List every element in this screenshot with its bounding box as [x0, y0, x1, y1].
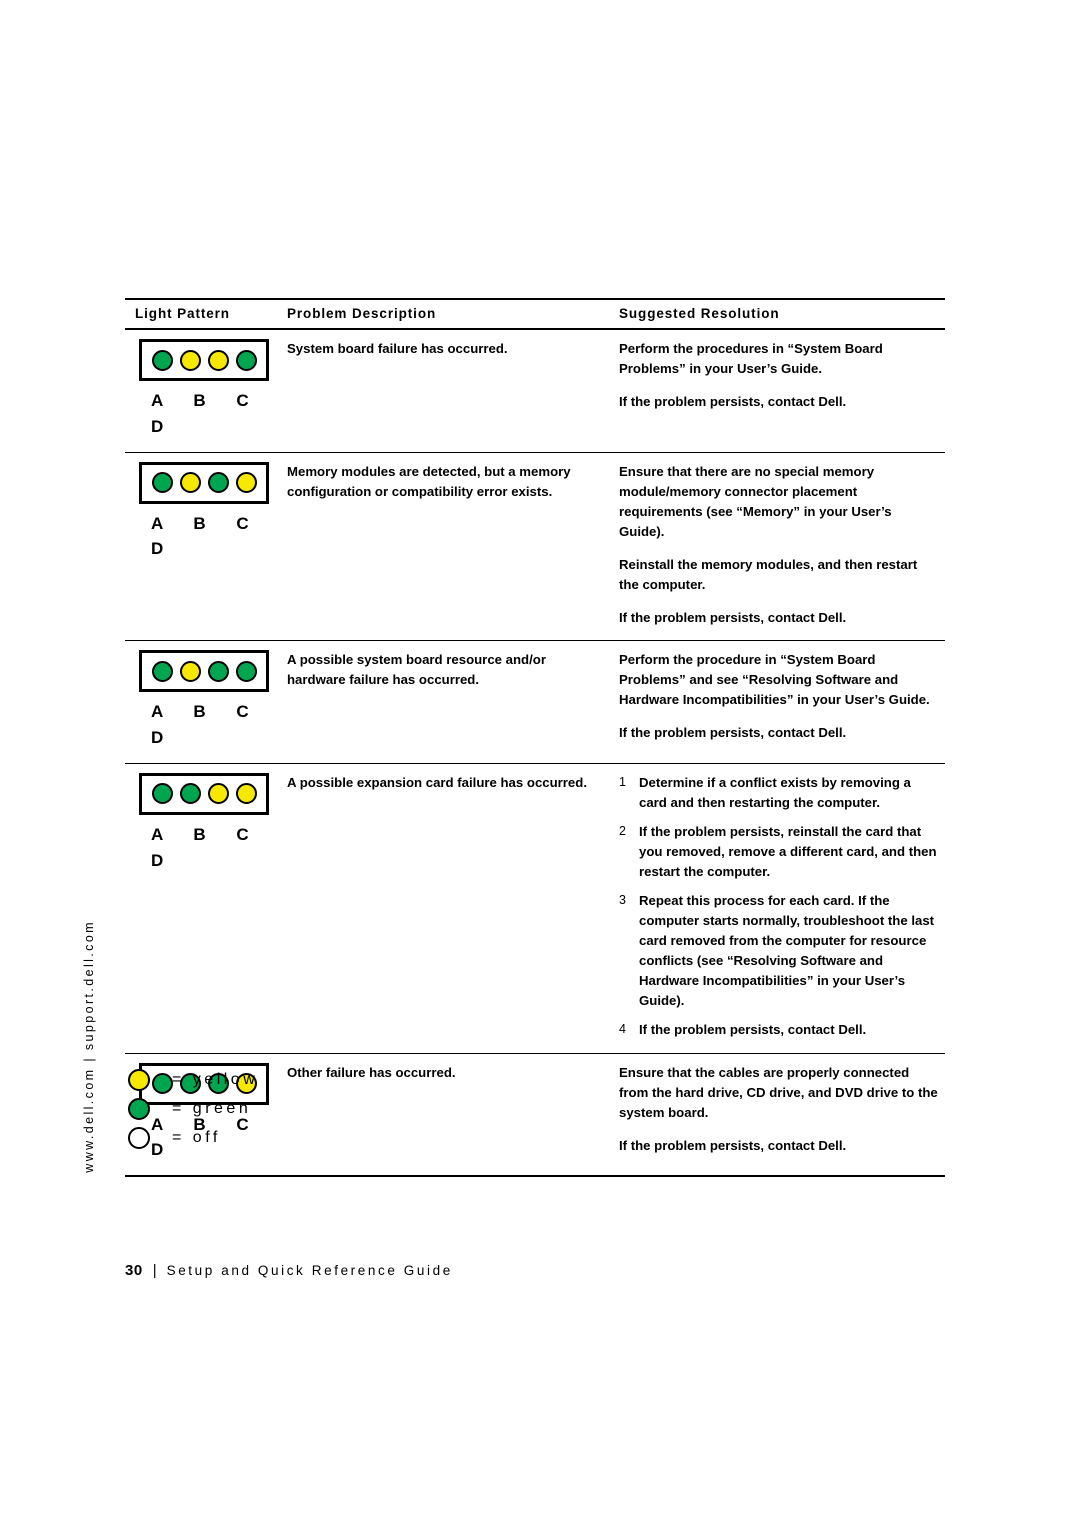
led-b-icon	[179, 660, 201, 682]
led-diagram: A B C D	[135, 650, 271, 751]
step-text: Repeat this process for each card. If th…	[639, 893, 935, 1009]
table-row: A B C D A possible expansion card failur…	[125, 763, 945, 1054]
light-pattern-cell: A B C D	[125, 763, 277, 1054]
page-footer: 30 | Setup and Quick Reference Guide	[125, 1262, 453, 1279]
legend-green-led-icon	[128, 1097, 150, 1120]
led-b-icon	[179, 472, 201, 494]
problem-text: Memory modules are detected, but a memor…	[287, 463, 571, 499]
led-diagram: A B C D	[135, 772, 271, 874]
problem-description-cell: A possible system board resource and/or …	[277, 640, 609, 764]
table-header-row: Light Pattern Problem Description Sugges…	[125, 298, 945, 330]
footer-title: Setup and Quick Reference Guide	[166, 1263, 453, 1278]
footer-separator: |	[152, 1262, 157, 1279]
suggested-resolution-cell: Ensure that there are no special memory …	[609, 452, 945, 642]
led-c-icon	[207, 783, 229, 805]
resolution-paragraph: If the problem persists, contact Dell.	[619, 1137, 847, 1153]
side-url-text: www.dell.com | support.dell.com	[82, 920, 96, 1173]
resolution-paragraph: Perform the procedures in “System Board …	[619, 341, 883, 377]
led-c-icon	[207, 472, 229, 494]
resolution-paragraph: Perform the procedure in “System Board P…	[619, 652, 930, 708]
table-row: A B C D A possible system board resource…	[125, 640, 945, 764]
list-item: 1 Determine if a conflict exists by remo…	[619, 773, 939, 813]
led-b-icon	[179, 349, 201, 371]
light-pattern-cell: A B C D	[125, 329, 277, 453]
step-number: 2	[619, 823, 626, 838]
list-item: 3 Repeat this process for each card. If …	[619, 891, 939, 1011]
led-a-icon	[151, 783, 173, 805]
table-row: A B C D System board failure has occurre…	[125, 329, 945, 453]
led-color-legend: = yellow = green = off	[125, 1065, 525, 1152]
legend-label: = off	[172, 1128, 221, 1146]
list-item: 2 If the problem persists, reinstall the…	[619, 822, 939, 882]
legend-row: = off	[125, 1123, 525, 1152]
step-text: If the problem persists, reinstall the c…	[639, 823, 937, 879]
step-number: 4	[619, 1022, 626, 1037]
legend-row: = green	[125, 1094, 525, 1123]
legend-row: = yellow	[125, 1065, 525, 1094]
led-box	[139, 339, 269, 381]
problem-text: System board failure has occurred.	[287, 341, 508, 356]
led-labels: A B C D	[151, 513, 262, 559]
column-header-light-pattern: Light Pattern	[125, 298, 277, 330]
led-d-icon	[235, 349, 257, 371]
led-box	[139, 650, 269, 693]
problem-description-cell: A possible expansion card failure has oc…	[277, 763, 609, 1054]
led-box	[139, 461, 269, 504]
step-number: 3	[619, 893, 626, 908]
side-url-watermark: www.dell.com | support.dell.com	[60, 300, 100, 1173]
led-a-icon	[151, 349, 173, 371]
led-c-icon	[207, 349, 229, 371]
led-c-icon	[207, 660, 229, 682]
led-d-icon	[235, 783, 257, 805]
led-labels: A B C D	[151, 391, 262, 436]
problem-description-cell: System board failure has occurred.	[277, 329, 609, 453]
resolution-paragraph: Reinstall the memory modules, and then r…	[619, 556, 918, 592]
table-row: A B C D Memory modules are detected, but…	[125, 452, 945, 642]
suggested-resolution-cell: Perform the procedures in “System Board …	[609, 329, 945, 453]
light-pattern-cell: A B C D	[125, 640, 277, 764]
step-number: 1	[619, 774, 626, 789]
legend-label: = green	[172, 1099, 252, 1117]
suggested-resolution-cell: Perform the procedure in “System Board P…	[609, 640, 945, 764]
list-item: 4 If the problem persists, contact Dell.	[619, 1020, 939, 1040]
resolution-paragraph: Ensure that the cables are properly conn…	[619, 1064, 938, 1120]
column-header-suggested-resolution: Suggested Resolution	[609, 298, 945, 330]
led-d-icon	[235, 660, 257, 682]
legend-yellow-led-icon	[128, 1068, 150, 1091]
resolution-paragraph: Ensure that there are no special memory …	[619, 463, 892, 539]
resolution-paragraph: If the problem persists, contact Dell.	[619, 725, 847, 741]
led-labels: A B C D	[151, 824, 262, 870]
column-header-problem-description: Problem Description	[277, 298, 609, 330]
step-text: Determine if a conflict exists by removi…	[639, 774, 911, 810]
resolution-paragraph: If the problem persists, contact Dell.	[619, 610, 847, 626]
problem-text: A possible system board resource and/or …	[287, 652, 546, 688]
led-diagram: A B C D	[135, 461, 271, 563]
resolution-steps-list: 1 Determine if a conflict exists by remo…	[619, 773, 939, 1041]
led-d-icon	[235, 472, 257, 494]
problem-description-cell: Memory modules are detected, but a memor…	[277, 452, 609, 642]
led-labels: A B C D	[151, 702, 262, 747]
suggested-resolution-cell: Ensure that the cables are properly conn…	[609, 1053, 945, 1178]
problem-text: A possible expansion card failure has oc…	[287, 774, 587, 790]
led-b-icon	[179, 783, 201, 805]
suggested-resolution-cell: 1 Determine if a conflict exists by remo…	[609, 763, 945, 1054]
led-box	[139, 772, 269, 815]
led-a-icon	[151, 660, 173, 682]
led-a-icon	[151, 472, 173, 494]
page-number: 30	[125, 1262, 143, 1279]
diagnostic-lights-table: Light Pattern Problem Description Sugges…	[125, 298, 945, 1178]
resolution-paragraph: If the problem persists, contact Dell.	[619, 394, 847, 410]
step-text: If the problem persists, contact Dell.	[639, 1022, 867, 1038]
light-pattern-cell: A B C D	[125, 452, 277, 642]
diagnostic-lights-table-container: Light Pattern Problem Description Sugges…	[125, 298, 945, 1178]
legend-label: = yellow	[172, 1070, 259, 1088]
legend-off-led-icon	[128, 1126, 150, 1149]
led-diagram: A B C D	[135, 339, 271, 440]
